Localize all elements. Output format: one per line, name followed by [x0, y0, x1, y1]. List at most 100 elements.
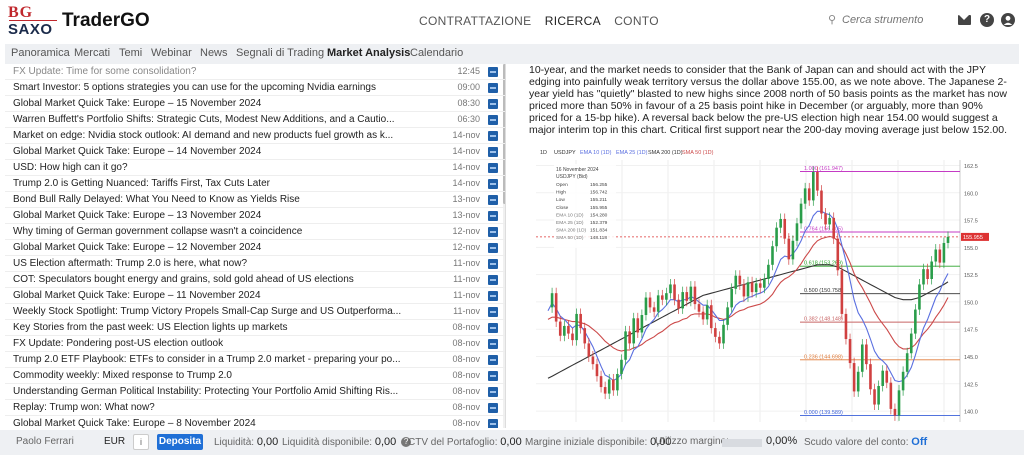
- news-row[interactable]: Global Market Quick Take: Europe – 15 No…: [5, 96, 505, 112]
- news-row[interactable]: Weekly Stock Spotlight: Trump Victory Pr…: [5, 304, 505, 320]
- price-candle: [648, 297, 652, 308]
- news-date: 08-nov: [452, 418, 480, 428]
- price-candle: [575, 313, 578, 341]
- news-source-icon: [488, 387, 498, 397]
- price-candle: [758, 283, 762, 288]
- tab-mercati[interactable]: Mercati: [74, 47, 110, 59]
- news-row[interactable]: Key Stories from the past week: US Elect…: [5, 320, 505, 336]
- news-row[interactable]: Market on edge: Nvidia stock outlook: AI…: [5, 128, 505, 144]
- news-row[interactable]: Trump 2.0 is Getting Nuanced: Tariffs Fi…: [5, 176, 505, 192]
- price-candle: [844, 313, 848, 340]
- news-row[interactable]: Global Market Quick Take: Europe – 14 No…: [5, 144, 505, 160]
- news-date: 08-nov: [452, 338, 480, 348]
- news-source-icon: [488, 147, 498, 157]
- price-candle: [709, 305, 713, 329]
- price-candle: [607, 379, 611, 394]
- news-source-icon: [488, 291, 498, 301]
- chart-legend-item: SMA 200 (1D): [648, 150, 683, 156]
- info-icon[interactable]: i: [133, 434, 149, 450]
- news-date: 13-nov: [452, 210, 480, 220]
- info-box-key: High: [556, 190, 566, 196]
- price-candle: [738, 275, 742, 285]
- news-row[interactable]: COT: Speculators bought energy and grain…: [5, 272, 505, 288]
- news-title: Weekly Stock Spotlight: Trump Victory Pr…: [13, 306, 402, 317]
- saxo-logo[interactable]: BG SAXO: [8, 4, 58, 38]
- tab-temi[interactable]: Temi: [119, 47, 142, 59]
- price-candle: [652, 307, 656, 312]
- news-row[interactable]: FX Update: Time for some consolidation? 1…: [5, 64, 505, 80]
- news-row[interactable]: USD: How high can it go? 14-nov: [5, 160, 505, 176]
- price-candle: [669, 284, 672, 294]
- search-input[interactable]: [842, 10, 946, 30]
- tab-calendario[interactable]: Calendario: [410, 47, 463, 59]
- y-tick-label: 152.5: [964, 273, 978, 279]
- help-icon[interactable]: ?: [980, 13, 994, 27]
- nav-conto[interactable]: CONTO: [614, 14, 659, 28]
- logo-saxo-text: SAXO: [8, 21, 53, 38]
- news-row[interactable]: US Election aftermath: Trump 2.0 is here…: [5, 256, 505, 272]
- price-candle: [860, 344, 864, 372]
- usdjpy-chart[interactable]: 140.0 142.5 145.0 147.5 150.0 152.5 155.0 157.5…: [532, 146, 990, 426]
- news-row[interactable]: Smart Investor: 5 options strategies you…: [5, 80, 505, 96]
- news-source-icon: [488, 323, 498, 333]
- search-icon: ⚲: [828, 14, 837, 26]
- y-tick-label: 150.0: [964, 300, 978, 306]
- price-candle: [771, 246, 774, 265]
- research-tabs: Panoramica Mercati Temi Webinar News Seg…: [5, 44, 1019, 64]
- price-candle: [901, 371, 905, 391]
- fib-level-label: 1.000 (161.947): [804, 166, 843, 172]
- info-box-key: Low: [556, 197, 565, 203]
- news-source-icon: [488, 163, 498, 173]
- price-candle: [718, 336, 721, 344]
- news-date: 08-nov: [452, 322, 480, 332]
- price-candle: [775, 227, 778, 247]
- news-row[interactable]: Bond Bull Rally Delayed: What You Need t…: [5, 192, 505, 208]
- nav-contrattazione[interactable]: CONTRATTAZIONE: [419, 14, 531, 28]
- tab-webinar[interactable]: Webinar: [151, 47, 192, 59]
- search-box[interactable]: ⚲: [822, 10, 946, 30]
- price-candle: [595, 364, 599, 377]
- news-row[interactable]: Replay: Trump won: What now? 08-nov: [5, 400, 505, 416]
- news-row[interactable]: Commodity weekly: Mixed response to Trum…: [5, 368, 505, 384]
- news-row[interactable]: Trump 2.0 ETF Playbook: ETFs to consider…: [5, 352, 505, 368]
- price-candle: [828, 217, 831, 225]
- news-row[interactable]: Global Market Quick Take: Europe – 12 No…: [5, 240, 505, 256]
- price-candle: [632, 318, 636, 344]
- news-row[interactable]: FX Update: Pondering post-US election ou…: [5, 336, 505, 352]
- account-shield-toggle[interactable]: Off: [911, 436, 927, 448]
- news-title: COT: Speculators bought energy and grain…: [13, 274, 354, 285]
- tab-panoramica[interactable]: Panoramica: [11, 47, 70, 59]
- last-price-label: 155.955: [963, 235, 983, 241]
- news-source-icon: [488, 275, 498, 285]
- news-title: Trump 2.0 ETF Playbook: ETFs to consider…: [13, 354, 401, 365]
- news-row[interactable]: Understanding German Political Instabili…: [5, 384, 505, 400]
- price-candle: [603, 387, 607, 394]
- tab-news[interactable]: News: [200, 47, 228, 59]
- news-row[interactable]: Warren Buffett's Portfolio Shifts: Strat…: [5, 112, 505, 128]
- news-row[interactable]: Global Market Quick Take: Europe – 13 No…: [5, 208, 505, 224]
- initial-margin-label: Margine iniziale disponibile:: [525, 437, 648, 448]
- user-icon[interactable]: [1001, 13, 1015, 27]
- news-row[interactable]: Global Market Quick Take: Europe – 8 Nov…: [5, 416, 505, 428]
- mail-icon[interactable]: [958, 15, 971, 25]
- price-candle: [795, 223, 799, 241]
- nav-ricerca[interactable]: RICERCA: [545, 14, 601, 28]
- price-candle: [852, 363, 856, 392]
- deposit-button[interactable]: Deposita: [157, 434, 203, 450]
- news-row[interactable]: Why timing of German government collapse…: [5, 224, 505, 240]
- price-candle: [571, 333, 574, 341]
- tab-market-analysis[interactable]: Market Analysis: [327, 47, 410, 59]
- account-currency[interactable]: EUR: [104, 436, 125, 447]
- info-box-title: USDJPY (Bid): [556, 174, 588, 180]
- price-candle: [873, 389, 876, 405]
- fib-level-label: 0.382 (148.148): [804, 317, 843, 323]
- news-date: 11-nov: [453, 274, 480, 284]
- price-candle: [742, 284, 746, 297]
- tab-segnali-di-trading[interactable]: Segnali di Trading: [236, 47, 324, 59]
- price-candle: [685, 292, 689, 301]
- price-candle: [620, 359, 623, 374]
- main-nav: CONTRATTAZIONE RICERCA CONTO: [419, 14, 669, 28]
- news-source-icon: [488, 83, 498, 93]
- news-row[interactable]: Global Market Quick Take: Europe – 11 No…: [5, 288, 505, 304]
- news-title: Commodity weekly: Mixed response to Trum…: [13, 370, 232, 381]
